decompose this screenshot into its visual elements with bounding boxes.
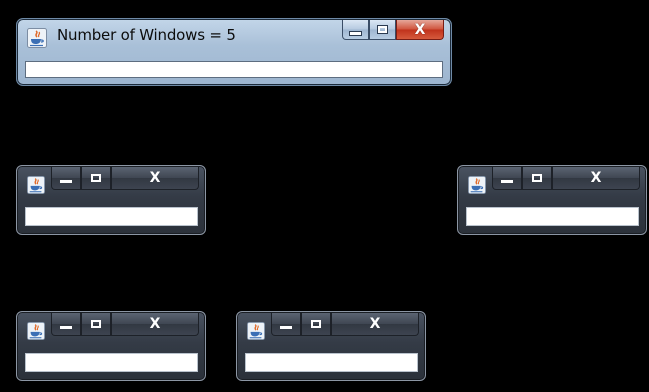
minimize-icon	[60, 325, 72, 329]
window-title: Number of Windows = 5	[57, 26, 236, 44]
maximize-button[interactable]	[301, 313, 331, 336]
java-icon[interactable]	[27, 322, 45, 344]
maximize-icon	[91, 320, 101, 328]
window-controls: X	[51, 313, 199, 337]
java-icon[interactable]	[27, 176, 45, 198]
maximize-icon	[311, 320, 321, 328]
minimize-button[interactable]	[51, 313, 81, 336]
close-icon: X	[149, 170, 161, 186]
text-field[interactable]	[25, 353, 198, 372]
close-icon: X	[414, 21, 426, 38]
window-controls: X	[342, 20, 444, 42]
window-controls: X	[492, 167, 640, 191]
minimize-button[interactable]	[492, 167, 522, 190]
minimize-button[interactable]	[51, 167, 81, 190]
maximize-icon	[532, 174, 542, 182]
minimize-icon	[280, 325, 292, 329]
text-field[interactable]	[466, 207, 639, 226]
close-icon: X	[590, 170, 602, 186]
main-window[interactable]: Number of Windows = 5 X	[16, 18, 452, 86]
child-window[interactable]: X	[16, 165, 206, 235]
close-icon: X	[149, 316, 161, 332]
minimize-icon	[60, 179, 72, 183]
java-icon[interactable]	[27, 28, 47, 52]
java-icon[interactable]	[468, 176, 486, 198]
close-button[interactable]: X	[331, 313, 419, 336]
text-field[interactable]	[245, 353, 418, 372]
text-field[interactable]	[25, 61, 443, 78]
maximize-button[interactable]	[81, 313, 111, 336]
child-window[interactable]: X	[457, 165, 647, 235]
maximize-button[interactable]	[81, 167, 111, 190]
minimize-button[interactable]	[271, 313, 301, 336]
maximize-button[interactable]	[369, 20, 396, 40]
child-window[interactable]: X	[16, 311, 206, 381]
close-button[interactable]: X	[396, 20, 444, 40]
minimize-icon	[349, 30, 362, 36]
maximize-icon	[91, 174, 101, 182]
text-field[interactable]	[25, 207, 198, 226]
close-icon: X	[369, 316, 381, 332]
maximize-icon	[377, 25, 388, 34]
maximize-button[interactable]	[522, 167, 552, 190]
close-button[interactable]: X	[111, 167, 199, 190]
java-icon[interactable]	[247, 322, 265, 344]
minimize-button[interactable]	[342, 20, 369, 40]
close-button[interactable]: X	[111, 313, 199, 336]
window-controls: X	[271, 313, 419, 337]
window-controls: X	[51, 167, 199, 191]
close-button[interactable]: X	[552, 167, 640, 190]
child-window[interactable]: X	[236, 311, 426, 381]
minimize-icon	[501, 179, 513, 183]
